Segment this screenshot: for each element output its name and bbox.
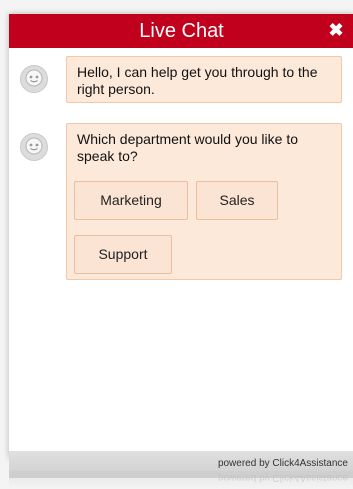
agent-avatar-icon xyxy=(20,133,48,161)
option-support-button[interactable]: Support xyxy=(74,235,172,274)
footer-reflection-text: powered by Click4Assistance xyxy=(217,472,348,483)
powered-by-link[interactable]: powered by Click4Assistance xyxy=(218,458,348,469)
agent-avatar-icon xyxy=(20,65,48,93)
option-marketing-button[interactable]: Marketing xyxy=(74,181,188,220)
message-text: Which department would you like to speak… xyxy=(77,131,298,164)
footer-reflection: powered by Click4Assistance xyxy=(9,471,353,489)
chat-widget: Live Chat ✖ Hello, I can help get you th… xyxy=(9,14,353,478)
chat-header: Live Chat ✖ xyxy=(9,14,353,48)
chat-title: Live Chat xyxy=(139,20,224,42)
option-sales-button[interactable]: Sales xyxy=(196,181,278,220)
close-icon[interactable]: ✖ xyxy=(327,21,345,39)
message-bubble: Hello, I can help get you through to the… xyxy=(66,56,342,103)
message-text: Hello, I can help get you through to the… xyxy=(77,64,318,97)
message-bubble: Which department would you like to speak… xyxy=(66,123,342,280)
